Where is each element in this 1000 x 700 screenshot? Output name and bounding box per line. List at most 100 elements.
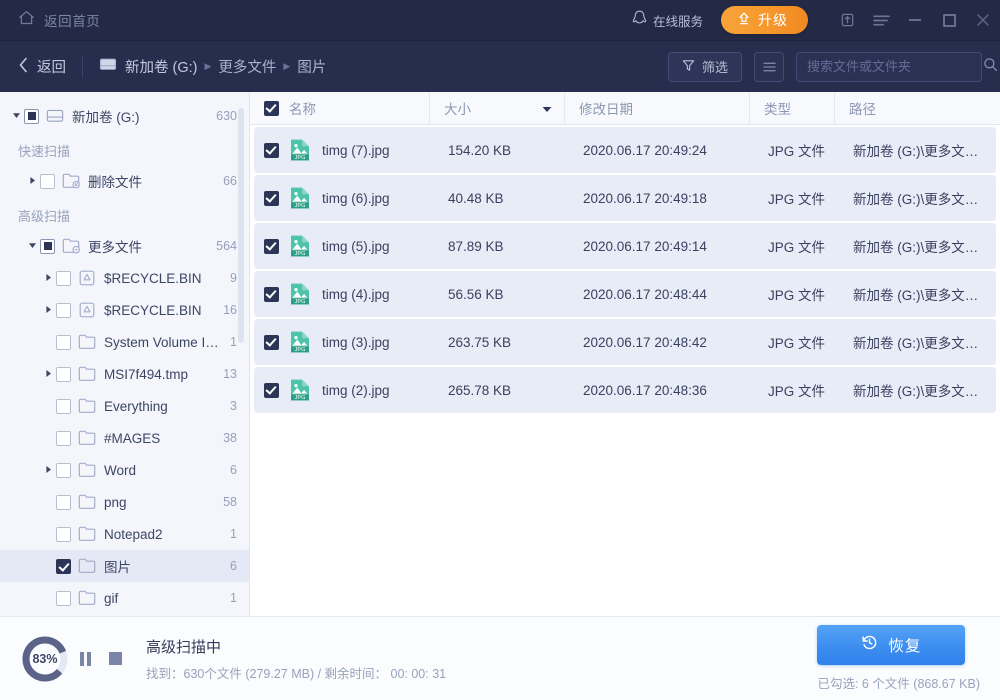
column-header-path[interactable]: 路径	[835, 92, 1000, 124]
search-input[interactable]	[807, 59, 983, 74]
tree-checkbox[interactable]	[56, 399, 71, 414]
cell-date: 2020.06.17 20:49:18	[569, 191, 754, 206]
tree-caret-icon[interactable]	[24, 176, 40, 187]
table-row[interactable]: JPGtimg (5).jpg87.89 KB2020.06.17 20:49:…	[254, 223, 996, 269]
sidebar-item-0-0[interactable]: 删除文件66	[0, 165, 249, 197]
export-upload-icon[interactable]	[830, 0, 864, 41]
cell-size: 56.56 KB	[434, 287, 569, 302]
sidebar-item-1-2[interactable]: $RECYCLE.BIN16	[0, 294, 249, 326]
pause-button[interactable]	[70, 644, 100, 674]
back-label: 返回	[37, 56, 66, 77]
row-checkbox[interactable]	[264, 191, 279, 206]
column-header-name[interactable]: 名称	[250, 92, 430, 124]
title-bar: 返回首页 在线服务 升级	[0, 0, 1000, 41]
tree-checkbox[interactable]	[56, 495, 71, 510]
folder-icon	[78, 461, 96, 479]
stop-button[interactable]	[100, 644, 130, 674]
sidebar-item-1-9[interactable]: Notepad21	[0, 518, 249, 550]
tree-checkbox[interactable]	[40, 239, 55, 254]
sidebar-item-1-6[interactable]: #MAGES38	[0, 422, 249, 454]
folder-deleted-icon	[62, 172, 80, 190]
cell-date: 2020.06.17 20:48:36	[569, 383, 754, 398]
breadcrumb-item-2[interactable]: 图片	[297, 56, 326, 77]
maximize-icon[interactable]	[932, 0, 966, 41]
tree-checkbox[interactable]	[56, 367, 71, 382]
select-all-checkbox[interactable]	[264, 101, 279, 116]
tree-caret-icon[interactable]	[40, 273, 56, 284]
table-row[interactable]: JPGtimg (6).jpg40.48 KB2020.06.17 20:49:…	[254, 175, 996, 221]
tree-checkbox[interactable]	[56, 271, 71, 286]
jpg-file-icon: JPG	[289, 282, 311, 306]
tree-caret-icon[interactable]	[40, 369, 56, 380]
column-header-size[interactable]: 大小	[430, 92, 565, 124]
tree-checkbox[interactable]	[56, 303, 71, 318]
online-service-button[interactable]: 在线服务	[632, 10, 703, 30]
tree-caret-icon[interactable]	[40, 465, 56, 476]
sidebar-item-root[interactable]: 新加卷 (G:)630	[0, 100, 249, 132]
sidebar-item-1-8[interactable]: png58	[0, 486, 249, 518]
table-header: 名称 大小 修改日期 类型 路径	[250, 92, 1000, 125]
tree-caret-icon[interactable]	[40, 305, 56, 316]
table-row[interactable]: JPGtimg (3).jpg263.75 KB2020.06.17 20:48…	[254, 319, 996, 365]
recycle-icon	[78, 269, 96, 287]
tree-checkbox[interactable]	[56, 431, 71, 446]
column-header-date[interactable]: 修改日期	[565, 92, 750, 124]
breadcrumb-item-drive[interactable]: 新加卷 (G:)	[99, 56, 198, 77]
minimize-icon[interactable]	[898, 0, 932, 41]
file-name-label: timg (3).jpg	[322, 335, 390, 350]
tree-caret-icon[interactable]	[24, 241, 40, 252]
funnel-icon	[682, 59, 695, 75]
tree-checkbox[interactable]	[24, 109, 39, 124]
breadcrumb-item-1[interactable]: 更多文件	[218, 56, 276, 77]
cell-size: 154.20 KB	[434, 143, 569, 158]
row-checkbox[interactable]	[264, 287, 279, 302]
row-checkbox[interactable]	[264, 335, 279, 350]
home-button[interactable]: 返回首页	[18, 9, 100, 31]
stop-icon	[109, 652, 122, 665]
table-row[interactable]: JPGtimg (7).jpg154.20 KB2020.06.17 20:49…	[254, 127, 996, 173]
back-button[interactable]: 返回	[18, 56, 66, 77]
sidebar-item-1-3[interactable]: System Volume Inf...1	[0, 326, 249, 358]
tree-checkbox[interactable]	[56, 559, 71, 574]
tree-checkbox[interactable]	[56, 527, 71, 542]
tree-checkbox[interactable]	[56, 335, 71, 350]
row-checkbox[interactable]	[264, 143, 279, 158]
cell-type: JPG 文件	[754, 332, 839, 352]
tree-caret-icon[interactable]	[8, 111, 24, 122]
tree-checkbox[interactable]	[56, 591, 71, 606]
breadcrumb: 新加卷 (G:) ▶ 更多文件 ▶ 图片	[99, 56, 326, 77]
sidebar-item-1-1[interactable]: $RECYCLE.BIN9	[0, 262, 249, 294]
folder-more-icon	[62, 237, 80, 255]
sidebar-item-1-10[interactable]: 图片6	[0, 550, 249, 582]
table-row[interactable]: JPGtimg (4).jpg56.56 KB2020.06.17 20:48:…	[254, 271, 996, 317]
column-header-type[interactable]: 类型	[750, 92, 835, 124]
tree-checkbox[interactable]	[56, 463, 71, 478]
home-label: 返回首页	[44, 10, 100, 30]
recover-button[interactable]: 恢复	[817, 625, 965, 665]
sidebar-scrollbar[interactable]	[238, 108, 244, 343]
caret-down-icon[interactable]	[542, 101, 552, 116]
tree-item-count: 6	[230, 559, 237, 573]
list-view-icon[interactable]	[754, 52, 784, 82]
sidebar-item-1-4[interactable]: MSI7f494.tmp13	[0, 358, 249, 390]
sidebar-item-1-0[interactable]: 更多文件564	[0, 230, 249, 262]
close-icon[interactable]	[966, 0, 1000, 41]
sidebar-item-1-5[interactable]: Everything3	[0, 390, 249, 422]
menu-lines-icon[interactable]	[864, 0, 898, 41]
jpg-file-icon: JPG	[289, 378, 311, 402]
status-bar: 83% 高级扫描中 找到：630个文件 (279.27 MB) / 剩余时间： …	[0, 616, 1000, 700]
tree-item-count: 16	[223, 303, 237, 317]
row-checkbox[interactable]	[264, 383, 279, 398]
navbar-tools: 筛选	[668, 52, 982, 82]
row-checkbox[interactable]	[264, 239, 279, 254]
column-label-path: 路径	[849, 98, 876, 118]
sidebar-item-1-7[interactable]: Word6	[0, 454, 249, 486]
upgrade-button[interactable]: 升级	[721, 6, 808, 34]
search-icon[interactable]	[983, 57, 998, 77]
filter-button[interactable]: 筛选	[668, 52, 742, 82]
sidebar-item-1-11[interactable]: gif1	[0, 582, 249, 614]
recycle-icon	[78, 301, 96, 319]
search-box[interactable]	[796, 52, 982, 82]
tree-checkbox[interactable]	[40, 174, 55, 189]
table-row[interactable]: JPGtimg (2).jpg265.78 KB2020.06.17 20:48…	[254, 367, 996, 413]
